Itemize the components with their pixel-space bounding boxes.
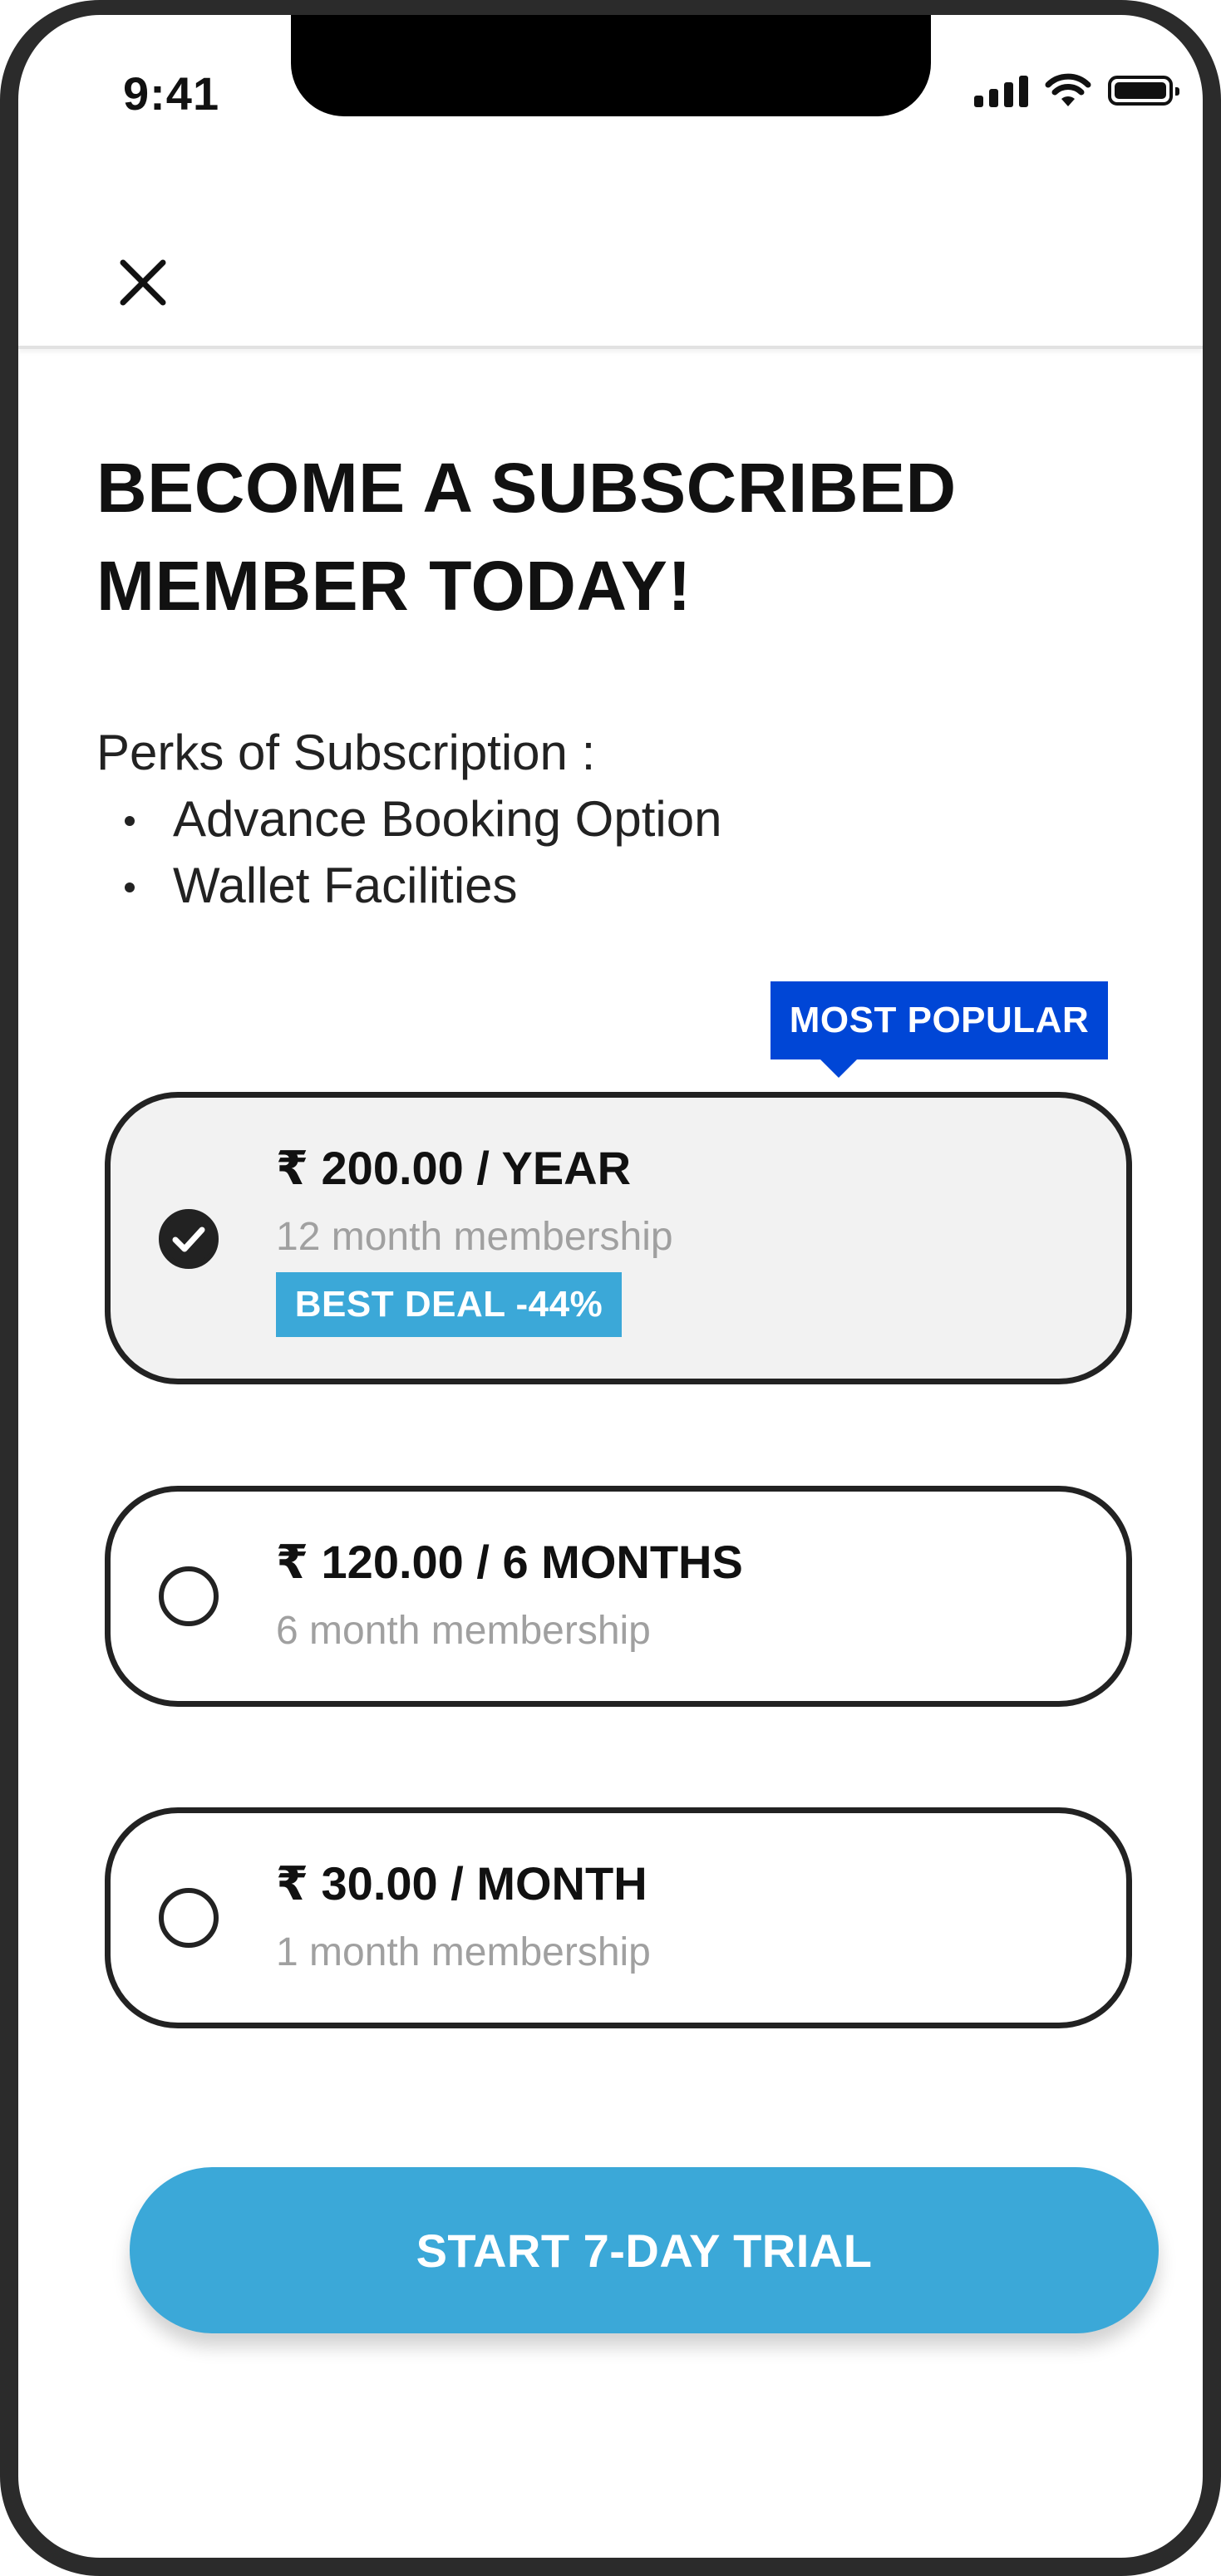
device-notch xyxy=(291,15,931,116)
status-time: 9:41 xyxy=(123,67,220,120)
status-icons xyxy=(974,73,1179,108)
wifi-icon xyxy=(1045,73,1091,106)
radio-unchecked[interactable] xyxy=(159,1566,219,1626)
plan-card-6-months[interactable]: ₹ 120.00 / 6 MONTHS 6 month membership xyxy=(105,1486,1132,1707)
perks-heading: Perks of Subscription : xyxy=(96,725,596,780)
plan-duration: 6 month membership xyxy=(276,1609,651,1653)
perks-section: Perks of Subscription : Advance Booking … xyxy=(96,720,721,919)
plan-card-yearly[interactable]: ₹ 200.00 / YEAR 12 month membership BEST… xyxy=(105,1092,1132,1384)
battery-icon xyxy=(1108,76,1179,106)
best-deal-badge: BEST DEAL -44% xyxy=(276,1272,622,1337)
close-icon xyxy=(120,259,166,306)
close-button[interactable] xyxy=(110,249,176,316)
page-title-line-1: BECOME A SUBSCRIBED xyxy=(96,449,957,527)
plan-duration: 1 month membership xyxy=(276,1930,651,1974)
perk-item: Wallet Facilities xyxy=(96,853,721,919)
page-title: BECOME A SUBSCRIBED MEMBER TODAY! xyxy=(96,439,1144,635)
start-trial-button[interactable]: START 7-DAY TRIAL xyxy=(130,2167,1159,2333)
header-divider xyxy=(18,346,1203,349)
plan-price: ₹ 120.00 / 6 MONTHS xyxy=(276,1536,743,1588)
page-title-line-2: MEMBER TODAY! xyxy=(96,547,692,625)
radio-unchecked[interactable] xyxy=(159,1888,219,1948)
checkmark-icon xyxy=(172,1227,205,1252)
perks-list: Advance Booking Option Wallet Facilities xyxy=(96,786,721,919)
plan-price: ₹ 30.00 / MONTH xyxy=(276,1857,647,1910)
cellular-signal-icon xyxy=(974,74,1028,107)
most-popular-badge: MOST POPULAR xyxy=(771,981,1108,1078)
plan-duration: 12 month membership xyxy=(276,1215,673,1259)
plan-card-monthly[interactable]: ₹ 30.00 / MONTH 1 month membership xyxy=(105,1807,1132,2028)
perk-item: Advance Booking Option xyxy=(96,786,721,853)
plan-price: ₹ 200.00 / YEAR xyxy=(276,1142,632,1194)
radio-checked[interactable] xyxy=(159,1209,219,1269)
phone-frame: 9:41 BECOME A SUBSCRIBED MEMBER TODAY! P… xyxy=(0,0,1221,2576)
